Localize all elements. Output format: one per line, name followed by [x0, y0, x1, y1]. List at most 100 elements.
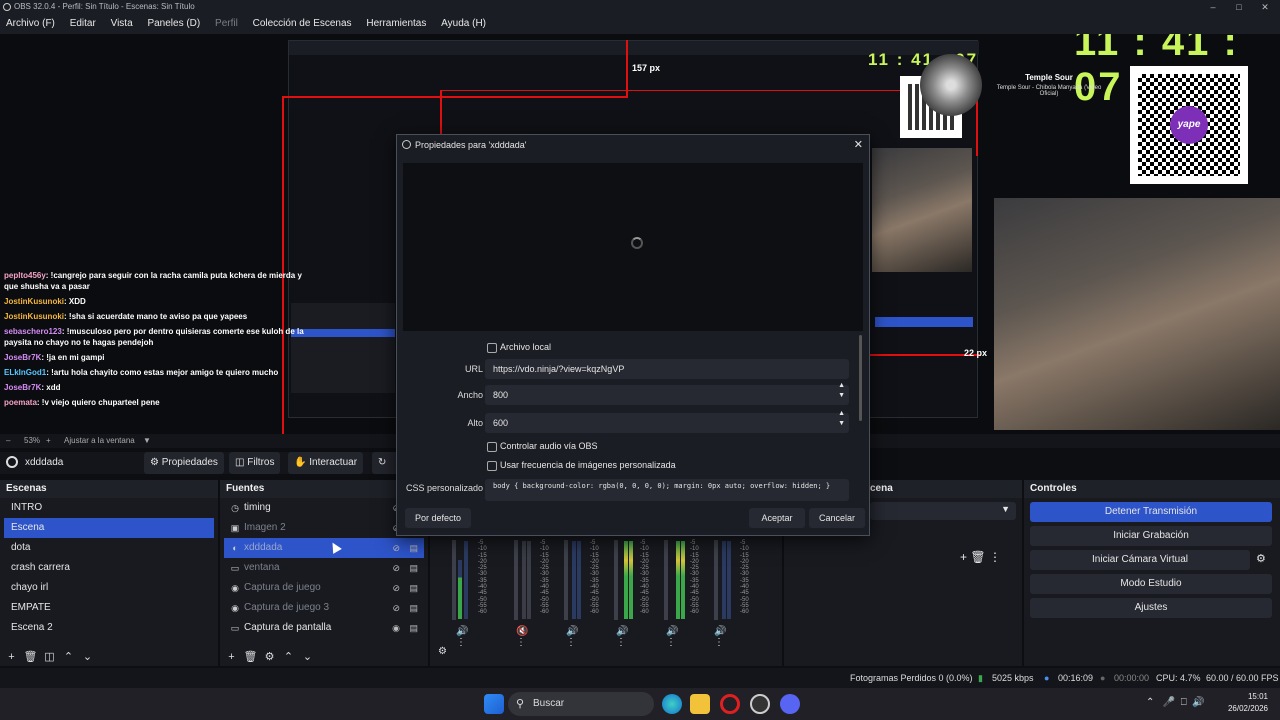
- url-input[interactable]: https://vdo.ninja/?view=kqzNgVP: [485, 359, 849, 379]
- chevron-down-icon[interactable]: ⌄: [298, 648, 317, 666]
- trash-icon[interactable]: 🗑: [21, 648, 40, 666]
- obs-icon[interactable]: [750, 694, 770, 714]
- zoom-mode[interactable]: Ajustar a la ventana: [64, 436, 135, 445]
- filter-icon[interactable]: ◫: [40, 648, 59, 666]
- properties-button[interactable]: ⚙ Propiedades: [144, 452, 224, 474]
- more-icon[interactable]: ⋮: [989, 550, 1001, 564]
- scene-item[interactable]: Escena 2: [4, 618, 214, 638]
- menu-editar[interactable]: Editar: [64, 14, 102, 34]
- interact-button[interactable]: ✋ Interactuar: [288, 452, 364, 474]
- spinner-arrows-icon[interactable]: ▲ ▼: [838, 409, 845, 429]
- dialog-scrollbar[interactable]: [859, 335, 862, 421]
- volume-icon[interactable]: 🔊 ⋮: [616, 626, 628, 648]
- control-audio-checkbox[interactable]: [487, 442, 497, 452]
- zoom-in-button[interactable]: +: [46, 436, 51, 445]
- stop-stream-button[interactable]: Detener Transmisión: [1030, 502, 1272, 522]
- add-icon[interactable]: +: [222, 648, 241, 666]
- menu-vista[interactable]: Vista: [105, 14, 139, 34]
- add-icon[interactable]: +: [960, 550, 967, 564]
- folder-icon[interactable]: [690, 694, 710, 714]
- hidden-icon[interactable]: ⊘: [392, 578, 400, 598]
- height-input[interactable]: 600 ▲ ▼: [485, 410, 849, 433]
- source-item[interactable]: ◉ Captura de juego ⊘ ▤: [224, 578, 424, 598]
- start-recording-button[interactable]: Iniciar Grabación: [1030, 526, 1272, 546]
- zoom-out-button[interactable]: –: [6, 436, 10, 445]
- width-input[interactable]: 800 ▲ ▼: [485, 382, 849, 405]
- scene-item-selected[interactable]: Escena: [4, 518, 214, 538]
- accept-button[interactable]: Aceptar: [749, 508, 805, 528]
- scene-item[interactable]: INTRO: [4, 498, 214, 518]
- cpu-usage: CPU: 4.7%: [1156, 673, 1201, 683]
- cancel-button[interactable]: Cancelar: [809, 508, 865, 528]
- studio-mode-button[interactable]: Modo Estudio: [1030, 574, 1272, 594]
- taskbar-search[interactable]: ⚲ Buscar: [508, 692, 654, 716]
- menu-coleccion[interactable]: Colección de Escenas: [247, 14, 358, 34]
- trash-icon[interactable]: 🗑: [241, 648, 260, 666]
- opera-icon[interactable]: [720, 694, 740, 714]
- chevron-up-icon[interactable]: ⌃: [279, 648, 298, 666]
- minimize-button[interactable]: –: [1202, 0, 1224, 14]
- source-item[interactable]: ▭ Captura de pantalla ◉ ▤: [224, 618, 424, 638]
- menu-herramientas[interactable]: Herramientas: [360, 14, 432, 34]
- source-item[interactable]: ◉ Captura de juego 3 ⊘ ▤: [224, 598, 424, 618]
- scene-item[interactable]: dota: [4, 538, 214, 558]
- lock-icon[interactable]: ▤: [409, 578, 418, 598]
- record-time: 00:00:00: [1114, 673, 1150, 683]
- scene-item[interactable]: EMPATE: [4, 598, 214, 618]
- clock-date[interactable]: 26/02/2026: [1222, 704, 1268, 713]
- eye-icon[interactable]: ◉: [392, 618, 400, 638]
- gear-icon[interactable]: ⚙: [260, 648, 279, 666]
- chat-line: JostinKusunoki: !sha si acuerdate mano t…: [4, 312, 248, 321]
- menu-ayuda[interactable]: Ayuda (H): [435, 14, 492, 34]
- menu-perfil[interactable]: Perfil: [209, 14, 244, 34]
- tray-icons[interactable]: ⌃ 🎤 ⎕ 🔊: [1146, 697, 1205, 708]
- transition-select[interactable]: ▼: [870, 502, 1016, 520]
- hidden-icon[interactable]: ⊘: [392, 558, 400, 578]
- lock-icon[interactable]: ▤: [409, 618, 418, 638]
- volume-icon[interactable]: 🔊 ⋮: [714, 626, 726, 648]
- volume-icon[interactable]: 🔊 ⋮: [666, 626, 678, 648]
- close-window-button[interactable]: ✕: [1254, 0, 1276, 14]
- edge-icon[interactable]: [662, 694, 682, 714]
- defaults-button[interactable]: Por defecto: [405, 508, 471, 528]
- px-measure-label: 157 px: [632, 63, 661, 73]
- volume-icon[interactable]: 🔊 ⋮: [566, 626, 578, 648]
- muted-icon[interactable]: 🔇 ⋮: [516, 626, 528, 648]
- lock-icon[interactable]: ▤: [409, 558, 418, 578]
- trash-icon[interactable]: 🗑: [970, 550, 985, 564]
- clock-time[interactable]: 15:01: [1222, 692, 1268, 701]
- menu-archivo[interactable]: Archivo (F): [0, 14, 61, 34]
- start-virtual-cam-button[interactable]: Iniciar Cámara Virtual: [1030, 550, 1250, 570]
- menu-paneles[interactable]: Paneles (D): [141, 14, 206, 34]
- scene-item[interactable]: chayo irl: [4, 578, 214, 598]
- local-file-checkbox[interactable]: [487, 343, 497, 353]
- spinner-arrows-icon[interactable]: ▲ ▼: [838, 381, 845, 401]
- add-icon[interactable]: +: [2, 648, 21, 666]
- source-item[interactable]: ▭ ventana ⊘ ▤: [224, 558, 424, 578]
- custom-fps-checkbox[interactable]: [487, 461, 497, 471]
- css-textarea[interactable]: body { background-color: rgba(0, 0, 0, 0…: [485, 479, 849, 501]
- gear-icon[interactable]: ⚙: [438, 646, 447, 657]
- source-item-selected[interactable]: ◐ xdddada ⊘ ▤: [224, 538, 424, 558]
- source-item[interactable]: ◷timing⊘: [224, 498, 424, 518]
- gear-icon[interactable]: ⚙: [1256, 552, 1266, 565]
- scenes-dock: Escenas INTRO Escena dota crash carrera …: [0, 480, 218, 666]
- hidden-icon[interactable]: ⊘: [392, 598, 400, 618]
- chevron-up-icon[interactable]: ⌃: [59, 648, 78, 666]
- scene-item[interactable]: crash carrera: [4, 558, 214, 578]
- chevron-down-icon[interactable]: ▼: [143, 436, 151, 445]
- hidden-icon[interactable]: ⊘: [392, 538, 400, 558]
- lock-icon[interactable]: ▤: [409, 598, 418, 618]
- chat-line: sebaschero123: !musculoso pero por dentr…: [4, 327, 304, 347]
- chat-line: JoseBr7K: xdd: [4, 383, 61, 392]
- settings-button[interactable]: Ajustes: [1030, 598, 1272, 618]
- volume-icon[interactable]: 🔊 ⋮: [456, 626, 468, 648]
- source-item[interactable]: ▣Imagen 2⊘: [224, 518, 424, 538]
- lock-icon[interactable]: ▤: [409, 538, 418, 558]
- maximize-button[interactable]: □: [1228, 0, 1250, 14]
- chevron-down-icon[interactable]: ⌄: [78, 648, 97, 666]
- close-icon[interactable]: ✕: [854, 135, 863, 155]
- filters-button[interactable]: ◫ Filtros: [229, 452, 281, 474]
- discord-icon[interactable]: [780, 694, 800, 714]
- start-icon[interactable]: [484, 694, 504, 714]
